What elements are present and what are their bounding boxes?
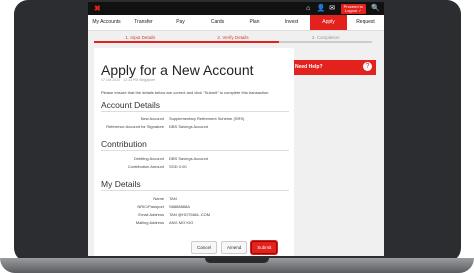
divider [101, 111, 289, 112]
divider [101, 150, 289, 151]
row-label: NRIC/Passport [137, 204, 164, 209]
row-value: S8888888A [169, 204, 190, 209]
row-value: DBS Savings Account [169, 156, 208, 161]
step-verify-details: 2. Verify Details [186, 35, 280, 43]
row-value: DBS Savings Account [169, 124, 208, 129]
step-input-details: 1. Input Details [94, 35, 187, 43]
cancel-button[interactable]: Cancel [191, 241, 218, 254]
top-icons: ⌂ 👤 ✉ Proceed to Logout ✓ 🔍 [305, 4, 380, 14]
section-account-title: Account Details [101, 100, 161, 110]
help-icon: ? [363, 62, 372, 71]
top-bar: ✖ ⌂ 👤 ✉ Proceed to Logout ✓ 🔍 [88, 2, 384, 15]
search-icon[interactable]: 🔍 [371, 5, 380, 13]
page-title: Apply for a New Account [101, 62, 254, 78]
nav-plan[interactable]: Plan [236, 15, 273, 30]
bank-logo[interactable]: ✖ [94, 5, 101, 13]
nav-transfer[interactable]: Transfer [125, 15, 162, 30]
divider [101, 190, 289, 191]
action-buttons: Cancel Amend Submit [191, 241, 278, 254]
logout-button[interactable]: Proceed to Logout ✓ [340, 4, 366, 14]
section-contribution-title: Contribution [101, 139, 147, 149]
row-value: Supplementary Retirement Scheme (SRS) [169, 116, 245, 121]
nav-pay[interactable]: Pay [162, 15, 199, 30]
row-label: Name [153, 196, 164, 201]
laptop-notch [205, 258, 269, 263]
row-label: Debiting Account [133, 156, 164, 161]
laptop-base [0, 258, 474, 273]
progress-steps: 1. Input Details 2. Verify Details 3. Co… [94, 35, 373, 43]
section-details-title: My Details [101, 179, 141, 189]
row-value: TAN @HOTMAIL.COM [169, 212, 211, 217]
row-label: Contribution Amount [127, 164, 164, 169]
app-screen: ✖ ⌂ 👤 ✉ Proceed to Logout ✓ 🔍 My Account… [88, 2, 384, 256]
nav-my-accounts[interactable]: My Accounts [88, 15, 125, 30]
home-icon[interactable]: ⌂ [305, 5, 312, 13]
row-value: TAN [169, 196, 177, 201]
row-label: Mailing Address [135, 220, 164, 225]
step-completion: 3. Completion [279, 35, 373, 43]
nav-cards[interactable]: Cards [199, 15, 236, 30]
page-meta: 17 Oct 2020 · 12:33 PM Singapore [101, 78, 156, 82]
nav-invest[interactable]: Invest [273, 15, 310, 30]
submit-button[interactable]: Submit [251, 241, 278, 254]
row-label: Email Address [138, 212, 164, 217]
mail-icon[interactable]: ✉ [329, 5, 336, 13]
nav-request[interactable]: Request [347, 15, 384, 30]
user-icon[interactable]: 👤 [317, 5, 326, 13]
need-help-label: Need Help? [295, 64, 323, 70]
row-value: SGD 0.00 [169, 164, 187, 169]
main-nav: My Accounts Transfer Pay Cards Plan Inve… [88, 15, 384, 31]
main-panel: Apply for a New Account 17 Oct 2020 · 12… [94, 48, 294, 256]
amend-button[interactable]: Amend [221, 241, 248, 254]
nav-apply[interactable]: Apply [310, 15, 347, 30]
intro-text: Please ensure that the details below are… [101, 90, 270, 95]
row-value: ANG MO KIO [169, 220, 194, 225]
row-label: New Account [140, 116, 164, 121]
row-label: Reference Account for Signature [106, 124, 164, 129]
need-help-box[interactable]: Need Help? ? [290, 60, 376, 75]
